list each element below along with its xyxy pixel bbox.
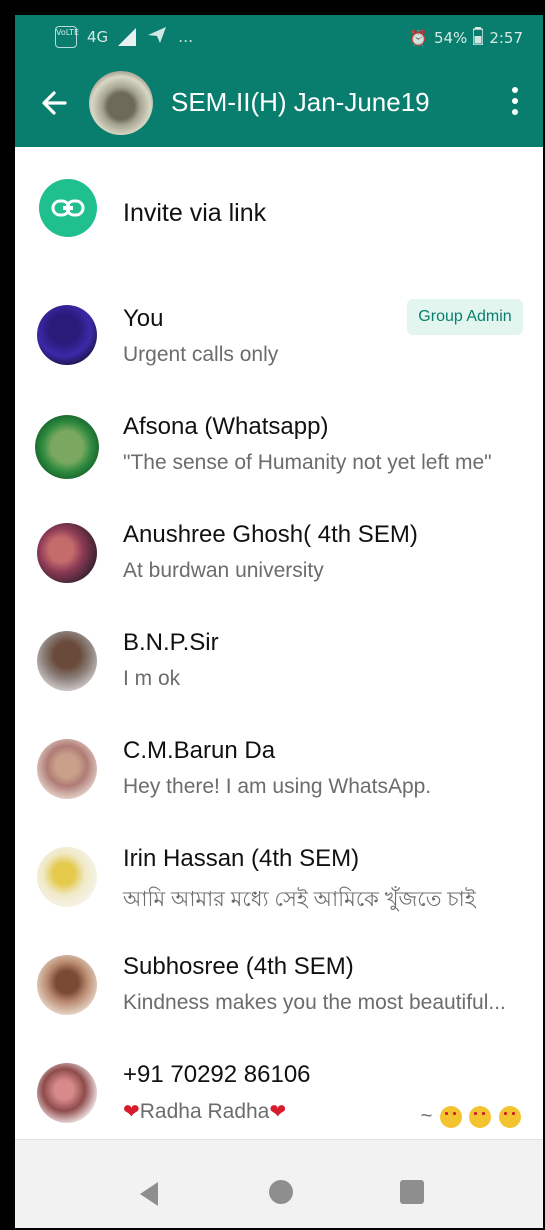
member-row-cm-barun-da[interactable]: C.M.Barun Da Hey there! I am using Whats… [15,723,543,831]
nav-back-icon[interactable] [140,1182,158,1206]
phone-frame: VoLTE 4G … ⏰ 54% 2:57 SEM-II(H) Jan-June… [0,0,545,1230]
heart-icon: ❤ [123,1101,140,1123]
member-row-irin-hassan[interactable]: Irin Hassan (4th SEM) আমি আমার মধ্যে সেই… [15,831,543,939]
group-avatar[interactable] [89,71,153,135]
member-name: Afsona (Whatsapp) [123,413,329,440]
member-row-you[interactable]: You Group Admin Urgent calls only [15,291,543,399]
avatar [37,955,97,1015]
nav-home-icon[interactable] [269,1180,293,1204]
tilde-text: ~ [420,1105,433,1127]
invite-label: Invite via link [123,199,267,227]
status-text: Radha Radha [139,1100,270,1123]
member-status: Urgent calls only [123,343,279,366]
volte-icon: VoLTE [55,26,79,48]
link-icon [39,179,97,237]
app-header: VoLTE 4G … ⏰ 54% 2:57 SEM-II(H) Jan-June… [15,15,543,147]
back-arrow-icon[interactable] [37,85,73,121]
screen: VoLTE 4G … ⏰ 54% 2:57 SEM-II(H) Jan-June… [15,15,543,1228]
member-name: C.M.Barun Da [123,737,276,764]
more-notifications-icon: … [178,28,194,46]
battery-icon [472,27,485,49]
member-status: At burdwan university [123,559,324,582]
alarm-icon: ⏰ [409,29,428,47]
overflow-menu-icon[interactable] [507,87,523,121]
time: 2:57 [489,29,523,47]
avatar [37,523,97,583]
heart-eyes-emoji-icon [469,1105,492,1128]
member-name: You [123,305,164,332]
member-status: আমি আমার মধ্যে সেই আমিকে খুঁজতে চাই [123,888,476,911]
heart-eyes-emoji-icon [499,1105,521,1128]
avatar [37,305,97,365]
signal-icon [118,28,137,46]
member-status: I m ok [123,667,181,690]
member-row-afsona[interactable]: Afsona (Whatsapp) "The sense of Humanity… [15,399,543,507]
member-name: B.N.P.Sir [123,629,219,656]
avatar [37,631,97,691]
group-admin-badge: Group Admin [407,299,523,335]
member-name: Anushree Ghosh( 4th SEM) [123,521,418,548]
avatar [37,1063,97,1123]
toolbar: SEM-II(H) Jan-June19 [15,61,543,147]
avatar [35,415,99,479]
nav-recents-icon[interactable] [400,1180,424,1204]
battery-text: 54% [433,29,468,47]
member-status: Hey there! I am using WhatsApp. [123,775,432,798]
member-name: +91 70292 86106 [123,1061,311,1088]
system-nav-bar [15,1139,543,1228]
heart-icon: ❤ [269,1101,287,1123]
trailing-status: ~ [421,1105,521,1128]
invite-via-link-row[interactable]: Invite via link [15,147,543,255]
group-title[interactable]: SEM-II(H) Jan-June19 [171,87,430,118]
avatar [37,847,97,907]
member-status: "The sense of Humanity not yet left me" [123,451,492,474]
member-name: Subhosree (4th SEM) [123,953,354,980]
member-status: ❤Radha Radha❤ [123,1099,286,1124]
status-bar: VoLTE 4G … ⏰ 54% 2:57 [15,15,543,61]
member-status: Kindness makes you the most beautiful... [123,991,506,1014]
heart-eyes-emoji-icon [439,1105,462,1128]
member-name: Irin Hassan (4th SEM) [123,845,360,872]
navigation-arrow-icon [146,25,168,49]
member-row-bnp-sir[interactable]: B.N.P.Sir I m ok [15,615,543,723]
network-label: 4G [87,28,109,46]
member-row-subhosree[interactable]: Subhosree (4th SEM) Kindness makes you t… [15,939,543,1047]
member-row-anushree[interactable]: Anushree Ghosh( 4th SEM) At burdwan univ… [15,507,543,615]
avatar [37,739,97,799]
